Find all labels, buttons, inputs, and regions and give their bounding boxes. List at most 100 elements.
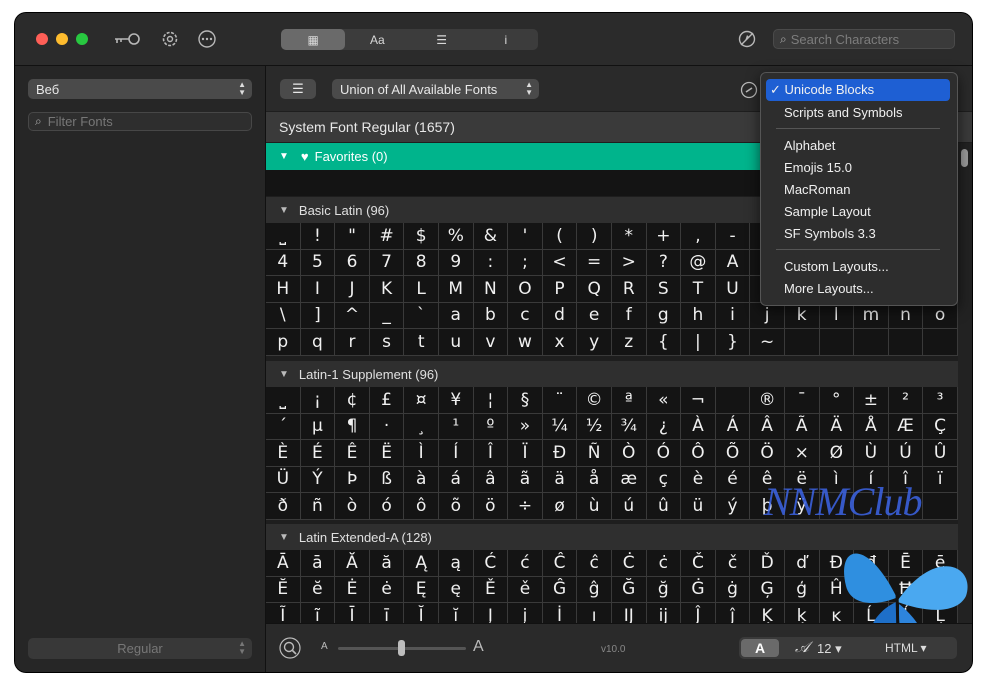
glyph-cell[interactable]: =: [577, 249, 612, 276]
glyph-cell[interactable]: Ę: [404, 576, 439, 603]
disclosure-triangle-icon[interactable]: ▼: [279, 205, 289, 216]
glyph-cell[interactable]: J: [335, 276, 370, 303]
glyph-cell[interactable]: ¢: [335, 387, 370, 414]
glyph-cell[interactable]: Ě: [473, 576, 509, 603]
glyph-cell[interactable]: Ĕ: [266, 576, 301, 603]
glyph-cell[interactable]: ]: [300, 302, 336, 329]
gear-icon[interactable]: [159, 27, 181, 51]
glyph-cell[interactable]: ã: [508, 466, 543, 493]
glyph-cell[interactable]: ò: [335, 493, 370, 520]
glyph-cell[interactable]: s: [369, 329, 405, 356]
glyph-cell[interactable]: e: [577, 302, 612, 329]
glyph-cell[interactable]: g: [646, 302, 682, 329]
glyph-cell[interactable]: [784, 329, 820, 356]
glyph-cell[interactable]: +: [646, 223, 682, 250]
glyph-cell[interactable]: Í: [438, 440, 474, 467]
glyph-cell[interactable]: Ċ: [611, 550, 647, 577]
glyph-cell[interactable]: ¨: [542, 387, 578, 414]
glyph-cell[interactable]: Å: [854, 413, 889, 440]
glyph-cell[interactable]: ā: [300, 550, 336, 577]
glyph-cell[interactable]: n: [888, 302, 924, 329]
glyph-cell[interactable]: y: [577, 329, 612, 356]
glyph-cell[interactable]: Â: [750, 413, 785, 440]
glyph-cell[interactable]: Ģ: [750, 576, 785, 603]
glyph-cell[interactable]: Ą: [404, 550, 439, 577]
glyph-cell[interactable]: <: [542, 249, 578, 276]
glyph-cell[interactable]: %: [438, 223, 474, 250]
glyph-cell[interactable]: m: [854, 302, 889, 329]
glyph-cell[interactable]: t: [404, 329, 439, 356]
glyph-cell[interactable]: À: [681, 413, 716, 440]
glyph-cell[interactable]: Ć: [473, 550, 509, 577]
glyph-cell[interactable]: j: [750, 302, 785, 329]
glyph-cell[interactable]: `: [404, 302, 439, 329]
glyph-cell[interactable]: Ê: [335, 440, 370, 467]
glyph-cell[interactable]: [854, 329, 889, 356]
glyph-cell[interactable]: ġ: [715, 576, 751, 603]
glyph-cell[interactable]: #: [369, 223, 405, 250]
glyph-cell[interactable]: v: [473, 329, 509, 356]
glyph-cell[interactable]: Ĉ: [542, 550, 578, 577]
grid-view-icon[interactable]: ▦: [281, 29, 346, 50]
glyph-cell[interactable]: ï: [923, 466, 958, 493]
glyph-cell[interactable]: ç: [646, 466, 682, 493]
glyph-cell[interactable]: Ý: [300, 466, 336, 493]
glyph-cell[interactable]: ú: [611, 493, 647, 520]
glyph-cell[interactable]: ': [508, 223, 543, 250]
glyph-cell[interactable]: >: [611, 249, 647, 276]
glyph-cell[interactable]: b: [473, 302, 509, 329]
glyph-cell[interactable]: ć: [508, 550, 543, 577]
glyph-cell[interactable]: ð: [266, 493, 301, 520]
glyph-cell[interactable]: ^: [335, 302, 370, 329]
search-field[interactable]: ⌕ Search Characters: [773, 29, 955, 49]
section-header-latin1[interactable]: ▼ Latin-1 Supplement (96): [266, 361, 958, 387]
font-size-popup[interactable]: 12 ▾: [817, 641, 842, 657]
glyph-cell[interactable]: Ø: [819, 440, 855, 467]
glyph-cell[interactable]: [715, 387, 751, 414]
menu-item-sample-layout[interactable]: Sample Layout: [766, 200, 950, 222]
glyph-cell[interactable]: Ë: [369, 440, 405, 467]
glyph-cell[interactable]: Û: [923, 440, 958, 467]
glyph-cell[interactable]: \: [266, 302, 301, 329]
glyph-cell[interactable]: Ð: [542, 440, 578, 467]
glyph-cell[interactable]: P: [542, 276, 578, 303]
glyph-cell[interactable]: ;: [508, 249, 543, 276]
glyph-cell[interactable]: Þ: [335, 466, 370, 493]
size-slider-thumb[interactable]: [398, 640, 405, 656]
glyph-cell[interactable]: č: [715, 550, 751, 577]
glyph-cell[interactable]: (: [542, 223, 578, 250]
glyph-cell[interactable]: i: [715, 302, 751, 329]
glyph-cell[interactable]: Ú: [888, 440, 924, 467]
glyph-cell[interactable]: ä: [542, 466, 578, 493]
zoom-window-button[interactable]: [76, 33, 88, 45]
glyph-cell[interactable]: ĉ: [577, 550, 612, 577]
glyph-cell[interactable]: ÷: [508, 493, 543, 520]
glyph-cell[interactable]: ù: [577, 493, 612, 520]
glyph-cell[interactable]: ü: [681, 493, 716, 520]
glyph-cell[interactable]: ¦: [473, 387, 509, 414]
glyph-cell[interactable]: §: [508, 387, 543, 414]
glyph-cell[interactable]: ?: [646, 249, 682, 276]
glyph-cell[interactable]: ö: [473, 493, 509, 520]
glyph-cell[interactable]: ¡: [300, 387, 336, 414]
glyph-cell[interactable]: Ă: [335, 550, 370, 577]
view-mode-segmented-control[interactable]: ▦ Aa ☰ i: [281, 29, 538, 50]
glyph-cell[interactable]: Ù: [854, 440, 889, 467]
glyph-cell[interactable]: U: [715, 276, 751, 303]
glyph-cell[interactable]: ¤: [404, 387, 439, 414]
glyph-cell[interactable]: $: [404, 223, 439, 250]
glyph-cell[interactable]: Ď: [750, 550, 785, 577]
key-icon[interactable]: [112, 27, 142, 51]
glyph-cell[interactable]: u: [438, 329, 474, 356]
glyph-cell[interactable]: Ė: [335, 576, 370, 603]
glyph-cell[interactable]: Á: [715, 413, 751, 440]
glyph-cell[interactable]: ĝ: [577, 576, 612, 603]
filter-fonts-field[interactable]: ⌕ Filter Fonts: [28, 112, 252, 131]
link-icon[interactable]: [738, 78, 760, 102]
glyph-cell[interactable]: å: [577, 466, 612, 493]
glyph-cell[interactable]: 7: [369, 249, 405, 276]
glyph-cell[interactable]: ¼: [542, 413, 578, 440]
disclosure-triangle-icon[interactable]: ▼: [279, 151, 289, 162]
glyph-cell[interactable]: â: [473, 466, 509, 493]
glyph-cell[interactable]: æ: [611, 466, 647, 493]
